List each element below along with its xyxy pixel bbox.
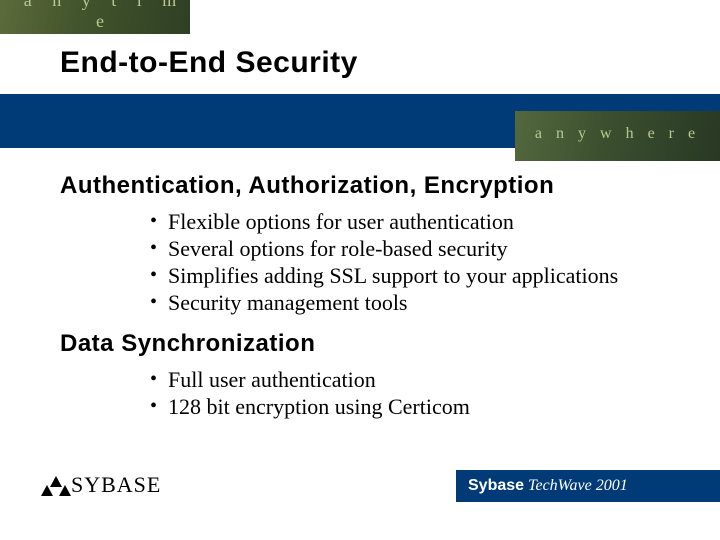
footer-event-bar: Sybase TechWave 2001 [456, 470, 720, 502]
footer-bar-year: 2001 [596, 477, 628, 495]
footer-bar-brand: Sybase [468, 477, 524, 495]
bullet-item: 128 bit encryption using Certicom [168, 393, 700, 420]
bullet-item: Security management tools [168, 289, 700, 316]
bullet-list-1: Flexible options for user authentication… [60, 208, 700, 316]
bullet-item: Simplifies adding SSL support to your ap… [168, 262, 700, 289]
decor-right-image: a n y w h e r e [515, 111, 720, 161]
footer-bar-event: TechWave [528, 477, 592, 495]
bullet-list-2: Full user authentication 128 bit encrypt… [60, 366, 700, 420]
decor-top-left-image: a n y t i m e [0, 0, 190, 34]
bullet-item: Flexible options for user authentication [168, 208, 700, 235]
content-area: Authentication, Authorization, Encryptio… [60, 172, 700, 420]
slide-root: a n y t i m e End-to-End Security a n y … [0, 0, 720, 540]
decor-right-text: a n y w h e r e [515, 125, 720, 143]
bullet-item: Several options for role-based security [168, 235, 700, 262]
bullet-item: Full user authentication [168, 366, 700, 393]
footer-sybase-logo: SYBASE [40, 468, 161, 496]
decor-top-left-text: a n y t i m e [18, 0, 190, 32]
slide-title: End-to-End Security [60, 46, 358, 80]
section-heading-1: Authentication, Authorization, Encryptio… [60, 172, 700, 200]
sybase-triangles-icon [40, 472, 70, 496]
footer-logo-text: SYBASE [71, 474, 161, 496]
section-heading-2: Data Synchronization [60, 330, 700, 358]
